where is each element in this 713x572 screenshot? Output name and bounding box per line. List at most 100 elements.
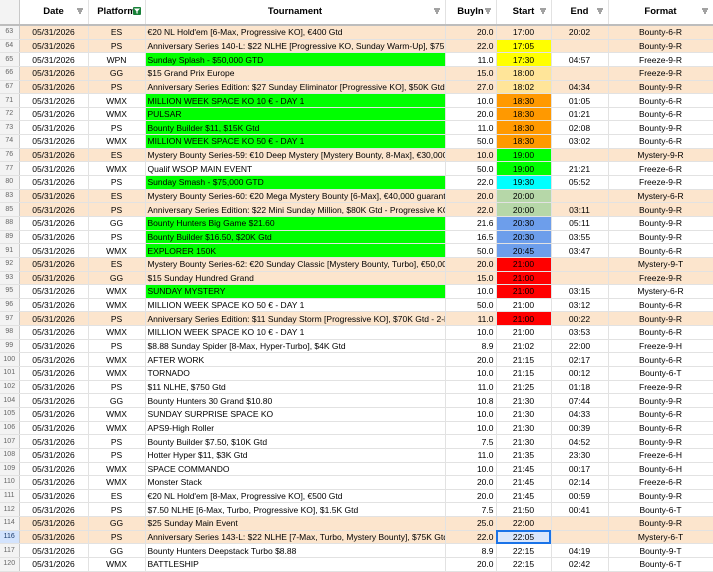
row-number[interactable]: 110	[0, 475, 20, 490]
cell-start[interactable]: 17:05	[496, 39, 552, 54]
cell-end[interactable]: 00:39	[551, 421, 609, 436]
cell-buyin[interactable]: 10.0	[445, 325, 497, 340]
cell-platform[interactable]: ES	[88, 489, 146, 504]
cell-end[interactable]: 03:47	[551, 243, 609, 258]
cell-format[interactable]: Bounty-9-R	[608, 230, 713, 245]
table-row[interactable]: 111 05/31/2026 ES €20 NL Hold'em [8-Max, Pr…	[0, 489, 713, 504]
filter-active-icon[interactable]	[132, 7, 141, 15]
row-number[interactable]: 93	[0, 271, 20, 286]
table-row[interactable]: 109 05/31/2026 WMX SPACE COMMANDO 10.0 21:45 0…	[0, 462, 713, 477]
cell-platform[interactable]: ES	[88, 189, 146, 204]
cell-format[interactable]: Bounty-6-T	[608, 366, 713, 381]
cell-buyin[interactable]: 11.0	[445, 380, 497, 395]
cell-platform[interactable]: PS	[88, 448, 146, 463]
cell-platform[interactable]: WMX	[88, 107, 146, 122]
table-row[interactable]: 80 05/31/2026 PS Sunday Smash - $75,000 GTD…	[0, 175, 713, 190]
cell-start[interactable]: 22:05	[496, 530, 552, 545]
cell-platform[interactable]: PS	[88, 311, 146, 327]
cell-start[interactable]: 18:02	[496, 80, 552, 95]
table-row[interactable]: 106 05/31/2026 WMX APS9-High Roller 10.0 21:3…	[0, 421, 713, 436]
cell-platform[interactable]: WMX	[88, 352, 146, 368]
cell-buyin[interactable]: 10.0	[445, 366, 497, 381]
cell-date[interactable]: 05/31/2026	[19, 52, 89, 67]
cell-start[interactable]: 18:30	[496, 134, 552, 149]
cell-platform[interactable]: PS	[88, 39, 146, 54]
cell-end[interactable]	[551, 516, 609, 531]
cell-date[interactable]: 05/31/2026	[19, 434, 89, 449]
row-number[interactable]: 77	[0, 161, 20, 177]
filter-icon[interactable]	[701, 7, 709, 15]
table-row[interactable]: 100 05/31/2026 WMX AFTER WORK 20.0 21:15 02:17…	[0, 352, 713, 368]
cell-date[interactable]: 05/31/2026	[19, 148, 89, 163]
cell-buyin[interactable]: 21.6	[445, 216, 497, 231]
cell-format[interactable]: Mystery-6-R	[608, 189, 713, 204]
cell-start[interactable]: 21:30	[496, 393, 552, 408]
cell-end[interactable]	[551, 257, 609, 272]
cell-tournament[interactable]: APS9-High Roller	[145, 421, 446, 436]
cell-tournament[interactable]: $15 Sunday Hundred Grand	[145, 271, 446, 286]
cell-format[interactable]: Bounty-6-R	[608, 134, 713, 149]
cell-end[interactable]: 01:21	[551, 107, 609, 122]
table-row[interactable]: 85 05/31/2026 PS Anniversary Series Edition…	[0, 202, 713, 217]
cell-buyin[interactable]: 10.0	[445, 148, 497, 163]
cell-end[interactable]: 00:12	[551, 366, 609, 381]
row-number[interactable]: 88	[0, 216, 20, 231]
cell-start[interactable]: 21:00	[496, 298, 552, 313]
cell-platform[interactable]: WMX	[88, 243, 146, 258]
cell-platform[interactable]: WMX	[88, 161, 146, 177]
cell-format[interactable]: Mystery-6-T	[608, 530, 713, 545]
cell-format[interactable]: Bounty-9-R	[608, 80, 713, 95]
cell-start[interactable]: 21:30	[496, 434, 552, 449]
cell-tournament[interactable]: BATTLESHIP	[145, 557, 446, 572]
cell-tournament[interactable]: Mystery Bounty Series-60: €20 Mega Myste…	[145, 189, 446, 204]
cell-platform[interactable]: PS	[88, 339, 146, 354]
row-number[interactable]: 117	[0, 543, 20, 558]
row-number[interactable]: 72	[0, 107, 20, 122]
cell-platform[interactable]: WMX	[88, 557, 146, 572]
cell-date[interactable]: 05/31/2026	[19, 502, 89, 518]
cell-date[interactable]: 05/31/2026	[19, 189, 89, 204]
cell-start[interactable]: 17:00	[496, 25, 552, 40]
row-number[interactable]: 66	[0, 66, 20, 81]
cell-tournament[interactable]: $25 Sunday Main Event	[145, 516, 446, 531]
cell-start[interactable]: 21:15	[496, 366, 552, 381]
cell-start[interactable]: 21:45	[496, 475, 552, 490]
cell-buyin[interactable]: 8.9	[445, 339, 497, 354]
cell-platform[interactable]: WMX	[88, 366, 146, 381]
cell-end[interactable]: 03:02	[551, 134, 609, 149]
cell-start[interactable]: 20:00	[496, 189, 552, 204]
table-row[interactable]: 63 05/31/2026 ES €20 NL Hold'em [6-Max, Pro…	[0, 25, 713, 40]
cell-end[interactable]: 04:52	[551, 434, 609, 449]
cell-start[interactable]: 22:00	[496, 516, 552, 531]
cell-buyin[interactable]: 20.0	[445, 557, 497, 572]
cell-start[interactable]: 21:35	[496, 448, 552, 463]
cell-tournament[interactable]: SUNDAY SURPRISE SPACE KO	[145, 407, 446, 422]
cell-tournament[interactable]: PULSAR	[145, 107, 446, 122]
row-number[interactable]: 104	[0, 393, 20, 408]
cell-format[interactable]: Bounty-9-R	[608, 202, 713, 217]
cell-start[interactable]: 18:30	[496, 93, 552, 108]
row-number[interactable]: 120	[0, 557, 20, 572]
cell-date[interactable]: 05/31/2026	[19, 448, 89, 463]
row-number[interactable]: 99	[0, 339, 20, 354]
table-row[interactable]: 116 05/31/2026 PS Anniversary Series 143-L:…	[0, 530, 713, 545]
row-number[interactable]: 109	[0, 462, 20, 477]
cell-format[interactable]: Bounty-9-R	[608, 434, 713, 449]
cell-tournament[interactable]: $11 NLHE, $750 Gtd	[145, 380, 446, 395]
cell-date[interactable]: 05/31/2026	[19, 543, 89, 558]
cell-format[interactable]: Bounty-6-R	[608, 243, 713, 258]
cell-buyin[interactable]: 10.0	[445, 421, 497, 436]
cell-date[interactable]: 05/31/2026	[19, 25, 89, 40]
cell-date[interactable]: 05/31/2026	[19, 230, 89, 245]
table-row[interactable]: 104 05/31/2026 GG Bounty Hunters 30 Grand $…	[0, 393, 713, 408]
cell-date[interactable]: 05/31/2026	[19, 107, 89, 122]
cell-tournament[interactable]: Anniversary Series Edition: $11 Sunday S…	[145, 311, 446, 327]
cell-date[interactable]: 05/31/2026	[19, 421, 89, 436]
table-row[interactable]: 97 05/31/2026 PS Anniversary Series Edition…	[0, 311, 713, 327]
cell-buyin[interactable]: 10.0	[445, 93, 497, 108]
table-row[interactable]: 76 05/31/2026 ES Mystery Bounty Series-59: …	[0, 148, 713, 163]
table-row[interactable]: 73 05/31/2026 PS Bounty Builder $11, $15K G…	[0, 120, 713, 136]
row-number[interactable]: 96	[0, 298, 20, 313]
cell-end[interactable]: 02:42	[551, 557, 609, 572]
row-number[interactable]: 112	[0, 502, 20, 518]
